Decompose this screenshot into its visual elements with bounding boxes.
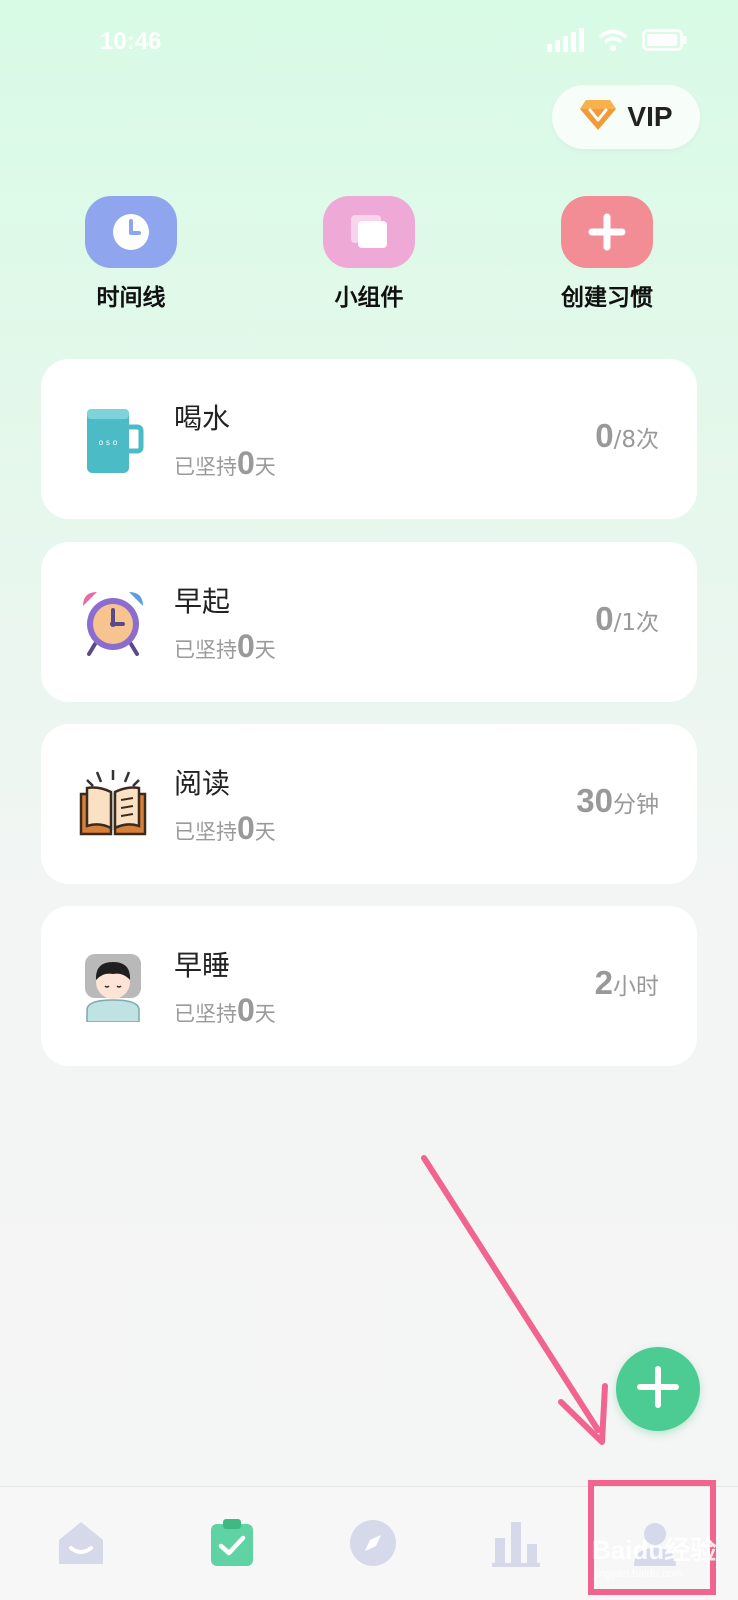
habit-card-early-rise[interactable]: 早起 已坚持0天 0/1次: [41, 542, 697, 702]
timeline-label: 时间线: [96, 285, 166, 311]
nav-discover[interactable]: [343, 1515, 403, 1575]
clipboard-icon: [209, 1518, 255, 1572]
habit-card-reading[interactable]: 阅读 已坚持0天 30分钟: [41, 724, 697, 884]
habit-streak: 已坚持0天: [174, 992, 276, 1028]
status-icons: [547, 28, 688, 52]
bar-chart-icon: [491, 1518, 541, 1572]
widget-button[interactable]: 小组件: [294, 196, 444, 312]
water-cup-icon: o s o: [77, 403, 149, 475]
vip-button[interactable]: VIP: [552, 85, 700, 149]
status-time: 10:46: [100, 28, 162, 55]
plus-icon: [636, 1365, 680, 1413]
habit-progress: 2小时: [594, 964, 659, 1001]
habit-progress: 0/8次: [595, 417, 659, 454]
compass-icon: [348, 1518, 398, 1572]
habit-streak: 已坚持0天: [174, 810, 276, 846]
habit-streak: 已坚持0天: [174, 628, 276, 664]
create-habit-button[interactable]: 创建习惯: [532, 196, 682, 312]
habit-name: 早起: [174, 585, 231, 618]
create-habit-label: 创建习惯: [561, 285, 653, 311]
watermark-url: jingyan.baidu.com: [594, 1568, 683, 1580]
sleeping-person-icon: [77, 950, 149, 1023]
habit-streak: 已坚持0天: [174, 445, 276, 481]
widget-label: 小组件: [334, 285, 404, 311]
svg-text:o s o: o s o: [98, 438, 117, 447]
plus-icon: [561, 196, 653, 268]
habit-name: 阅读: [174, 767, 231, 800]
habit-card-early-sleep[interactable]: 早睡 已坚持0天 2小时: [41, 906, 697, 1066]
battery-icon: [642, 29, 688, 51]
wifi-icon: [598, 28, 628, 52]
alarm-clock-icon: [77, 586, 149, 658]
watermark: Baidu经验: [592, 1535, 717, 1565]
habit-progress: 0/1次: [595, 600, 659, 637]
status-bar: 10:46: [0, 0, 738, 90]
book-icon: [77, 768, 149, 840]
habit-progress: 30分钟: [576, 782, 659, 819]
widget-icon: [323, 196, 415, 268]
habit-name: 喝水: [174, 402, 231, 435]
habit-name: 早睡: [174, 949, 231, 982]
nav-habits[interactable]: [202, 1515, 262, 1575]
vip-label: VIP: [627, 101, 673, 132]
habit-card-water[interactable]: o s o 喝水 已坚持0天 0/8次: [41, 359, 697, 519]
diamond-icon: [579, 98, 617, 136]
clock-icon: [85, 196, 177, 268]
add-habit-fab[interactable]: [616, 1347, 700, 1431]
quick-actions: 时间线 小组件 创建习惯: [0, 196, 738, 316]
timeline-button[interactable]: 时间线: [56, 196, 206, 312]
nav-stats[interactable]: [486, 1515, 546, 1575]
nav-home[interactable]: [51, 1515, 111, 1575]
signal-icon: [547, 28, 584, 52]
home-icon: [56, 1518, 106, 1572]
